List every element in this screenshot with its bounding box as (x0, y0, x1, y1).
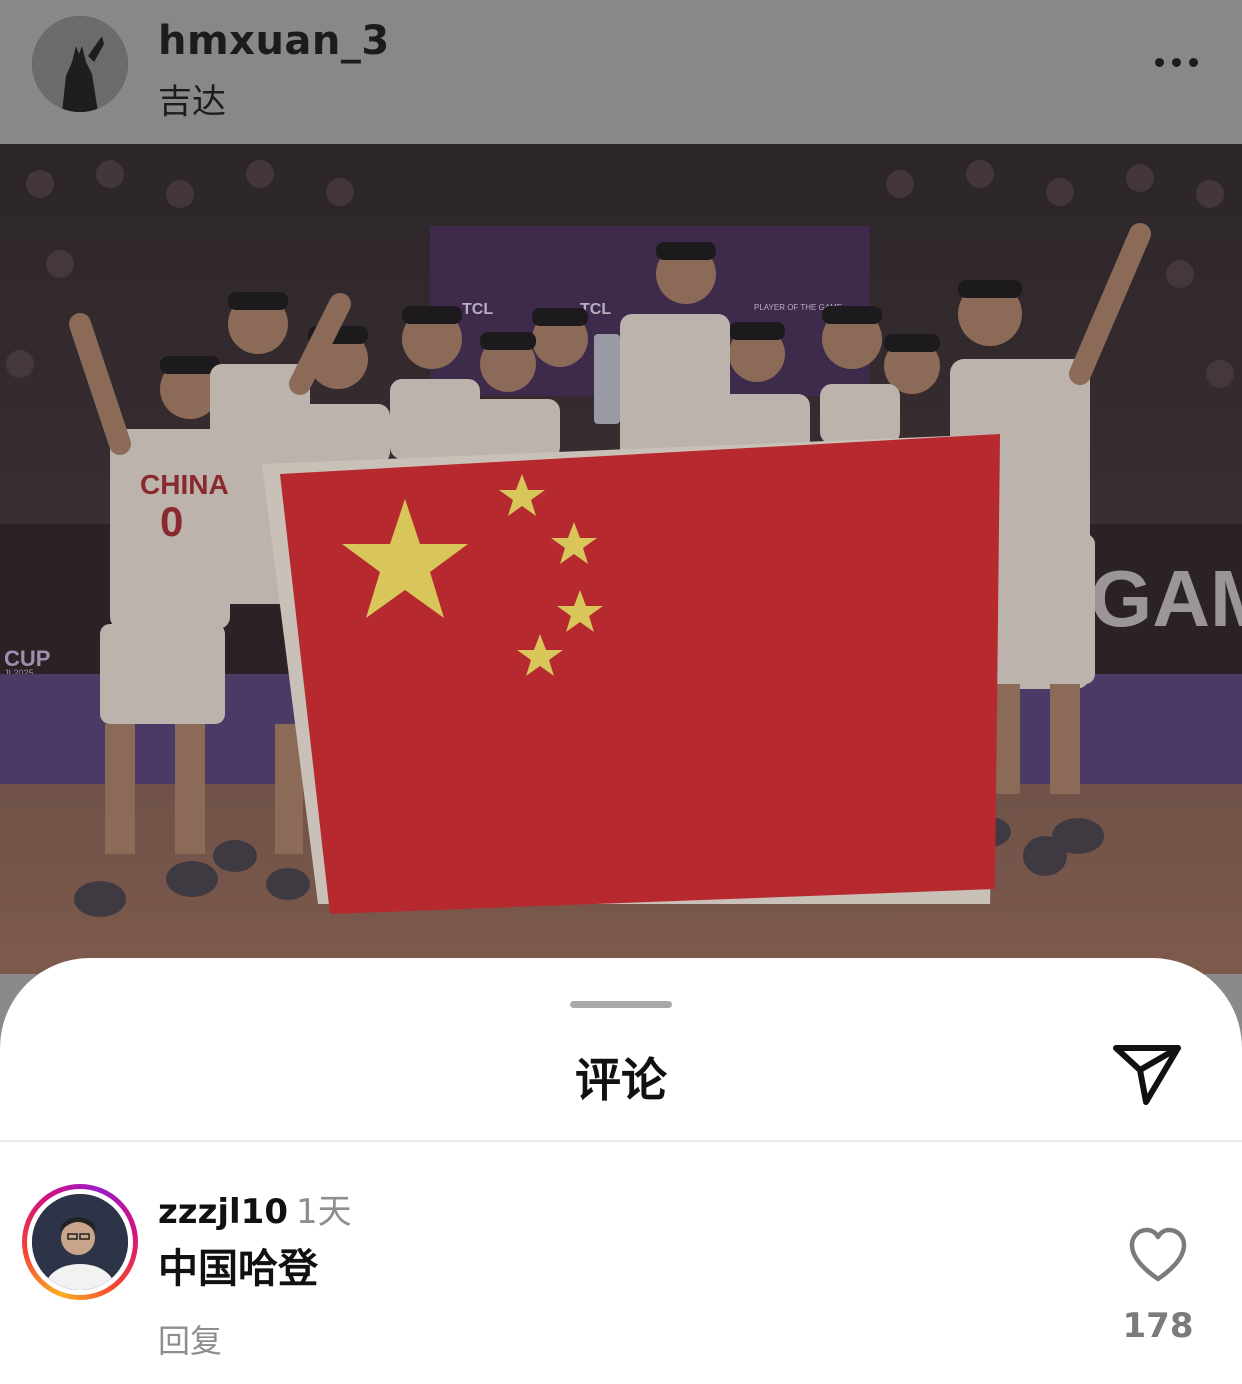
post-author-avatar[interactable] (32, 16, 128, 112)
reply-button[interactable]: 回复 (158, 1316, 222, 1362)
post-photo[interactable]: TCL TCL PLAYER OF THE GAME GAM CUP JI 20… (0, 144, 1242, 974)
sheet-divider (0, 1140, 1242, 1142)
sheet-grabber[interactable] (570, 1001, 672, 1008)
jersey-text: CHINA (140, 469, 229, 500)
trophy (594, 334, 620, 424)
more-horizontal-icon (1154, 57, 1164, 67)
share-button[interactable] (1108, 1040, 1188, 1112)
post-header: hmxuan_3 吉达 (0, 0, 1242, 144)
paper-plane-icon (1113, 1045, 1181, 1105)
comments-sheet: 评论 zzzjl10 1天 中国哈登 回复 178 (0, 958, 1242, 1384)
jersey-number: 0 (160, 498, 183, 545)
comment-text: 中国哈登 (158, 1246, 318, 1292)
post-location[interactable]: 吉达 (158, 74, 226, 123)
led-board-text: GAM (1090, 554, 1242, 643)
commenter-username[interactable]: zzzjl10 (158, 1192, 288, 1232)
comment-timestamp: 1天 (296, 1192, 352, 1232)
commenter-avatar[interactable] (22, 1184, 138, 1300)
banner-tcl-text: TCL (462, 301, 493, 318)
heart-outline-icon (1129, 1227, 1187, 1282)
sheet-title: 评论 (575, 1053, 667, 1107)
post-author-username[interactable]: hmxuan_3 (158, 18, 390, 64)
like-comment-button[interactable] (1126, 1226, 1190, 1284)
avatar-silhouette-icon (32, 16, 128, 112)
china-flag (262, 434, 1000, 914)
avatar-portrait-icon (32, 1194, 128, 1290)
comment-header: zzzjl10 1天 (158, 1184, 352, 1233)
like-count: 178 (1122, 1306, 1194, 1346)
more-options-button[interactable] (1140, 42, 1212, 82)
